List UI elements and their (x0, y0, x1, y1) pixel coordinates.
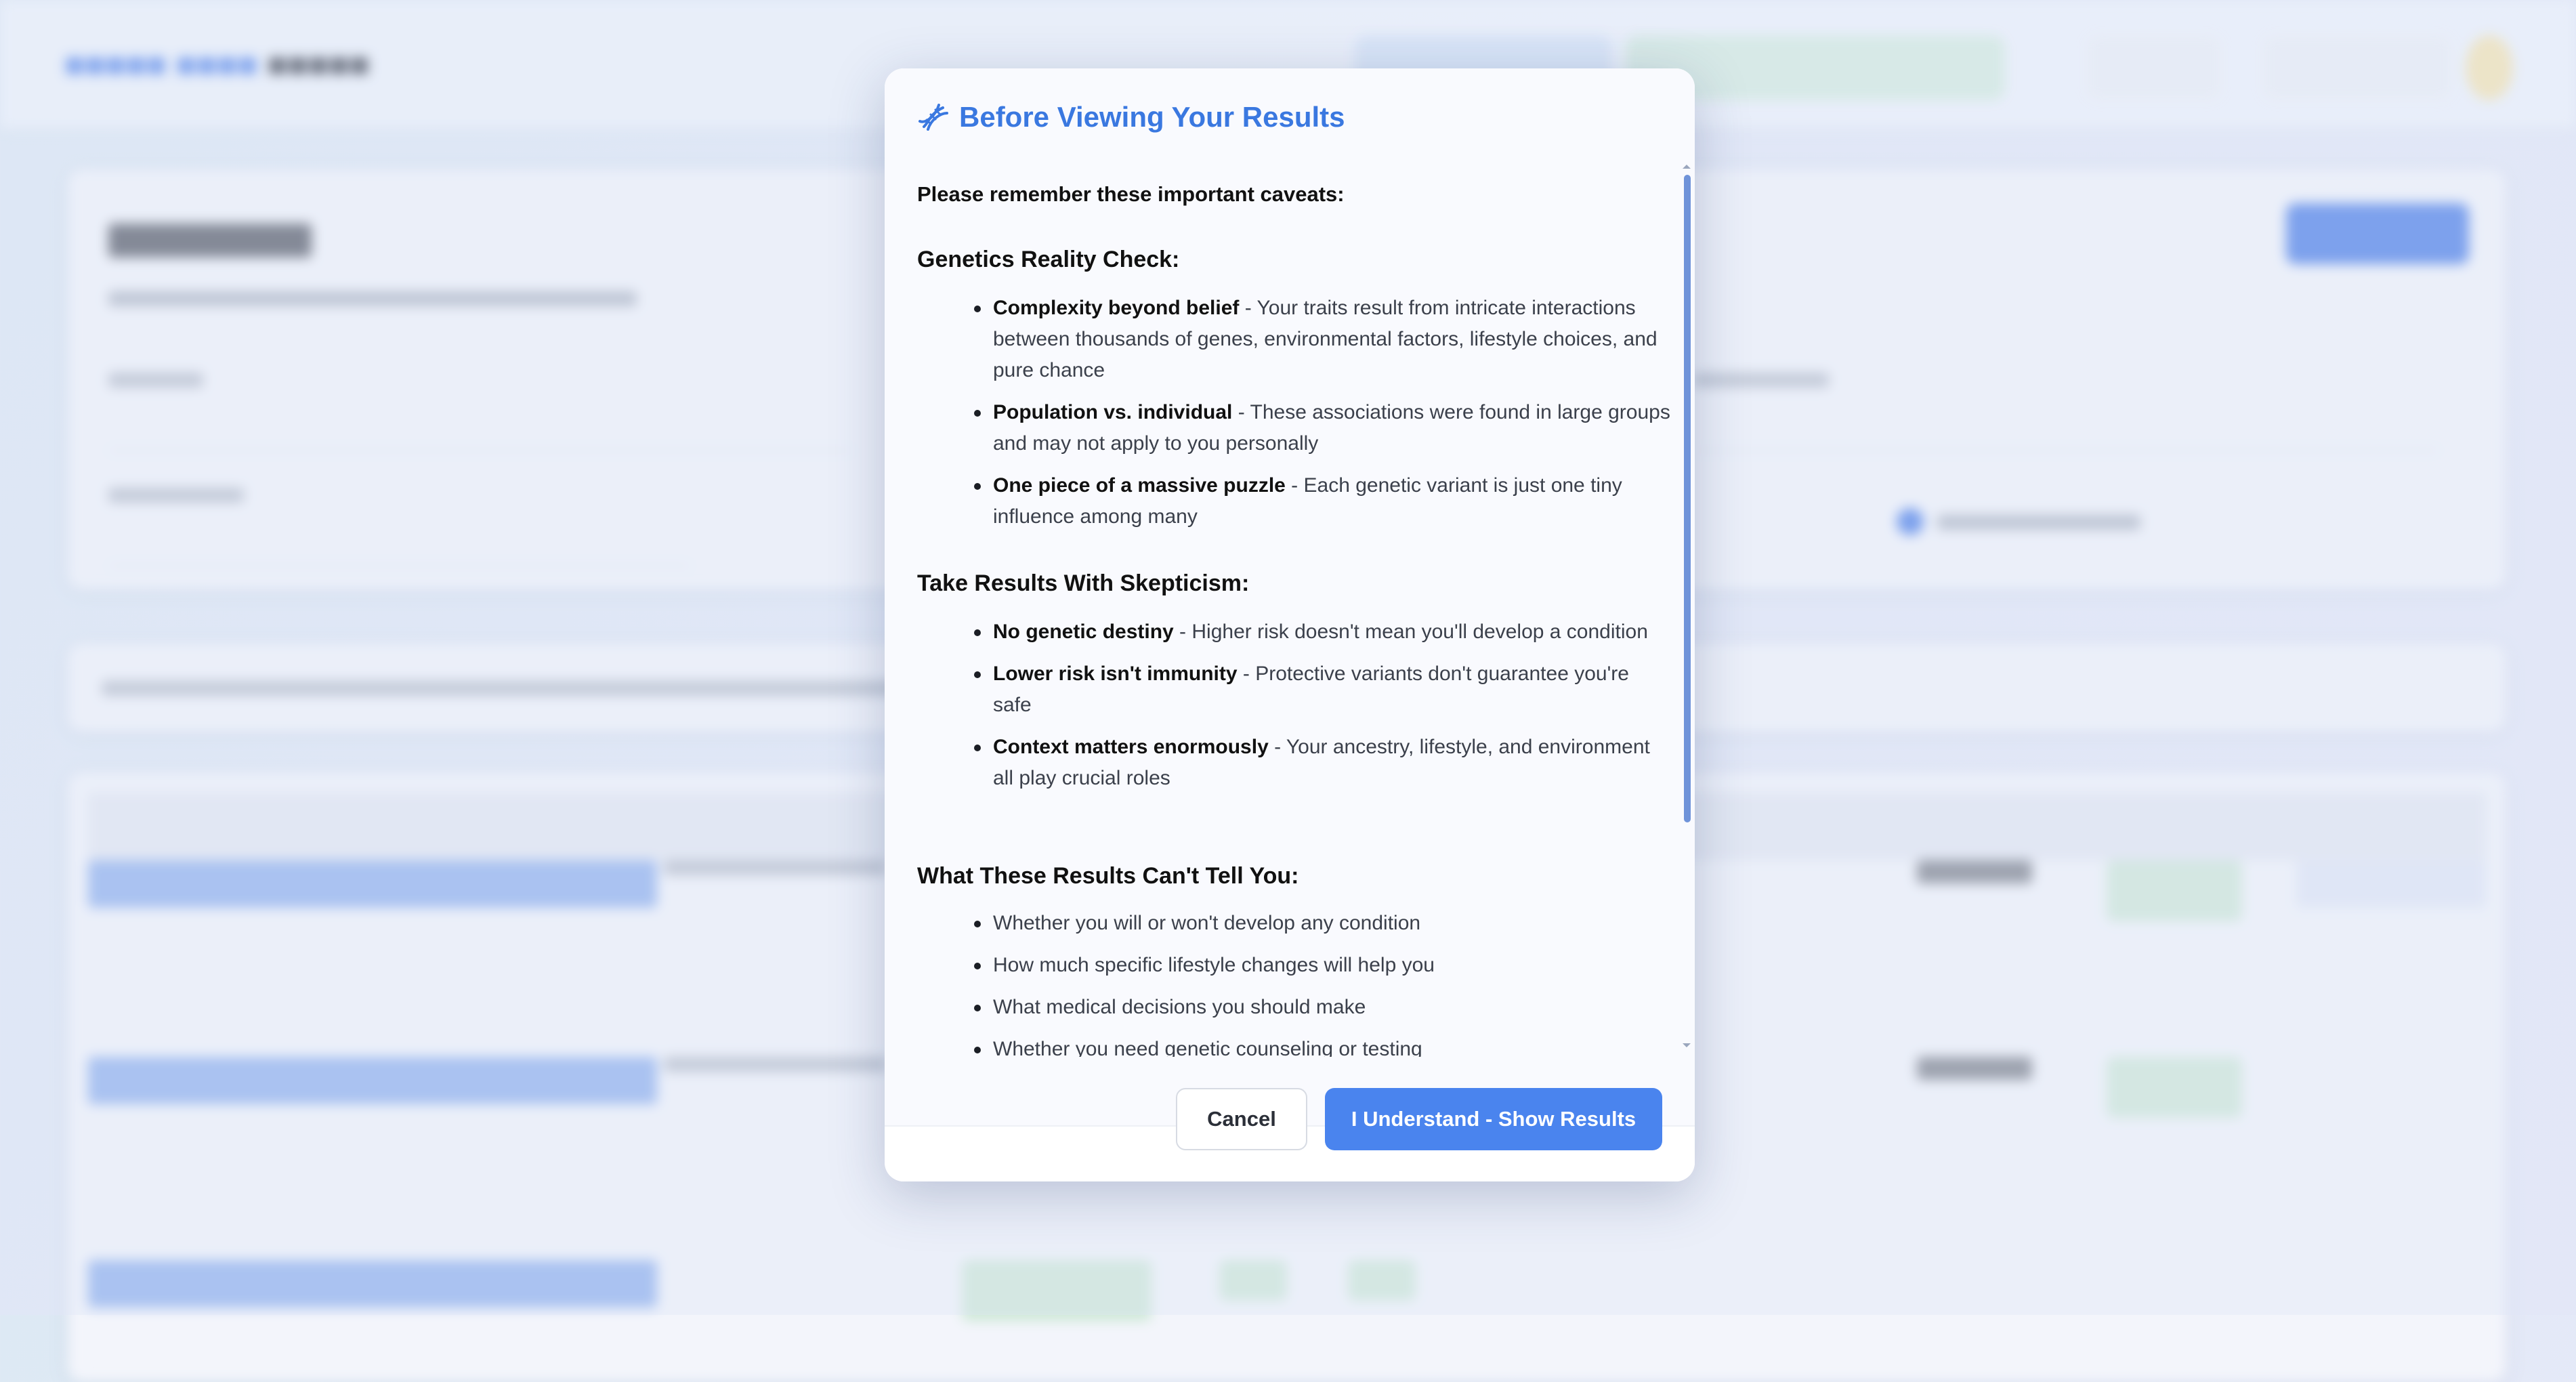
cant-tell-list: Whether you will or won't develop any co… (974, 908, 1670, 1057)
scroll-up-arrow[interactable] (1683, 165, 1691, 169)
list-item: Whether you need genetic counseling or t… (974, 1034, 1670, 1057)
list-item: One piece of a massive puzzle - Each gen… (974, 470, 1670, 532)
scroll-down-arrow[interactable] (1683, 1043, 1691, 1047)
genetics-reality-list: Complexity beyond belief - Your traits r… (974, 293, 1670, 532)
scrollbar-thumb[interactable] (1684, 175, 1691, 822)
list-item: Context matters enormously - Your ancest… (974, 732, 1670, 794)
list-item: Complexity beyond belief - Your traits r… (974, 293, 1670, 386)
caveats-intro: Please remember these important caveats: (917, 182, 1345, 206)
modal-title-text: Before Viewing Your Results (959, 101, 1345, 133)
list-item: Lower risk isn't immunity - Protective v… (974, 658, 1670, 721)
list-item: Whether you will or won't develop any co… (974, 908, 1670, 939)
show-results-button[interactable]: I Understand - Show Results (1325, 1088, 1662, 1150)
list-item: Population vs. individual - These associ… (974, 397, 1670, 459)
section-title-genetics-reality: Genetics Reality Check: (917, 247, 1180, 272)
dna-icon (917, 101, 950, 133)
list-item: What medical decisions you should make (974, 992, 1670, 1023)
cancel-button[interactable]: Cancel (1176, 1088, 1307, 1150)
section-title-skepticism: Take Results With Skepticism: (917, 570, 1250, 596)
list-item: No genetic destiny - Higher risk doesn't… (974, 616, 1670, 648)
cant-tell-clip: Whether you will or won't develop any co… (885, 908, 1681, 1057)
modal-title: Before Viewing Your Results (917, 101, 1345, 133)
list-item: How much specific lifestyle changes will… (974, 950, 1670, 981)
skepticism-list: No genetic destiny - Higher risk doesn't… (974, 616, 1670, 794)
section-title-cant-tell: What These Results Can't Tell You: (917, 863, 1299, 889)
modal-header: Before Viewing Your Results (885, 68, 1695, 150)
